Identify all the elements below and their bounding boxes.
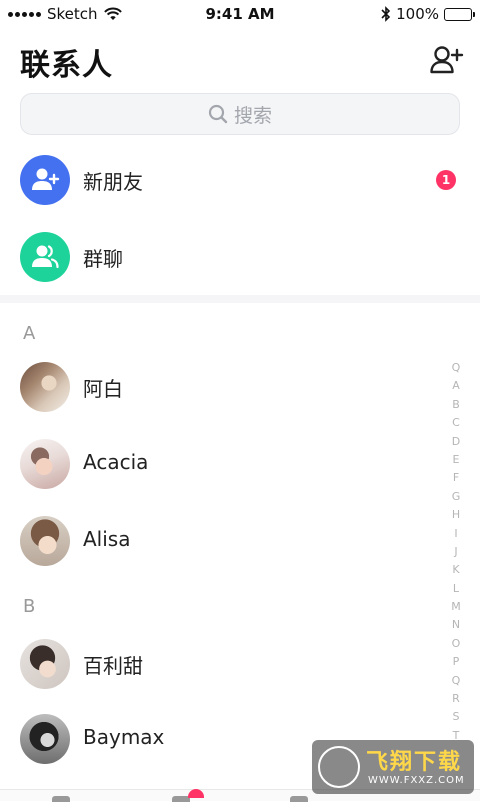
index-letter[interactable]: H: [452, 506, 460, 524]
tab-badge: [188, 789, 204, 798]
index-letter[interactable]: R: [452, 690, 460, 708]
watermark-url: WWW.FXXZ.COM: [368, 775, 465, 786]
watermark-logo-icon: [318, 746, 360, 788]
new-friend-icon: [20, 155, 70, 205]
section-header-b: B: [23, 596, 36, 617]
group-chat-icon: [20, 232, 70, 282]
index-letter[interactable]: S: [453, 708, 460, 726]
status-bar: Sketch 9:41 AM 100%: [0, 0, 480, 28]
index-letter[interactable]: I: [454, 525, 457, 543]
page-title: 联系人: [20, 48, 113, 83]
battery-icon: [444, 7, 475, 21]
alphabet-index[interactable]: Q A B C D E F G H I J K L M N O P Q R S …: [446, 359, 466, 745]
index-letter[interactable]: E: [453, 451, 460, 469]
new-friends-row[interactable]: 新朋友 1: [0, 143, 480, 217]
index-letter[interactable]: P: [453, 653, 460, 671]
unread-badge: 1: [436, 170, 456, 190]
watermark: 飞翔下载 WWW.FXXZ.COM: [312, 740, 474, 794]
contact-name: Baymax: [83, 725, 165, 749]
search-placeholder: 搜索: [233, 104, 272, 127]
contact-name: 阿白: [83, 377, 123, 401]
contact-name: Alisa: [83, 527, 131, 551]
watermark-title: 飞翔下载: [366, 750, 463, 775]
avatar: [20, 714, 70, 764]
contact-item[interactable]: Acacia: [0, 427, 440, 501]
avatar: [20, 362, 70, 412]
tab-icon[interactable]: [290, 796, 308, 802]
index-letter[interactable]: N: [452, 616, 460, 634]
index-letter[interactable]: F: [453, 469, 459, 487]
add-contact-button[interactable]: [430, 44, 464, 76]
contact-name: Acacia: [83, 450, 149, 474]
bluetooth-icon: [381, 6, 391, 22]
section-header-a: A: [23, 323, 36, 344]
search-icon: [208, 104, 228, 124]
contact-name: 百利甜: [83, 654, 143, 678]
avatar: [20, 639, 70, 689]
index-letter[interactable]: L: [453, 580, 459, 598]
group-chat-row[interactable]: 群聊: [0, 220, 480, 294]
avatar: [20, 516, 70, 566]
new-friends-label: 新朋友: [83, 169, 143, 194]
contact-item[interactable]: 百利甜: [0, 627, 440, 701]
index-letter[interactable]: Q: [452, 672, 461, 690]
search-input[interactable]: 搜索: [20, 93, 460, 135]
index-letter[interactable]: K: [452, 561, 459, 579]
index-letter[interactable]: M: [451, 598, 461, 616]
status-right: 100%: [381, 5, 475, 23]
section-divider: [0, 295, 480, 303]
contact-item[interactable]: 阿白: [0, 350, 440, 424]
battery-percent: 100%: [396, 5, 439, 23]
contact-item[interactable]: Alisa: [0, 504, 440, 578]
group-chat-label: 群聊: [83, 246, 123, 271]
add-user-icon: [430, 46, 464, 74]
index-letter[interactable]: A: [452, 377, 460, 395]
index-letter[interactable]: J: [454, 543, 457, 561]
index-letter[interactable]: D: [452, 433, 460, 451]
index-letter[interactable]: G: [452, 488, 461, 506]
index-letter[interactable]: O: [452, 635, 461, 653]
avatar: [20, 439, 70, 489]
tab-icon[interactable]: [52, 796, 70, 802]
index-letter[interactable]: B: [452, 396, 460, 414]
index-letter[interactable]: C: [452, 414, 460, 432]
index-letter[interactable]: Q: [452, 359, 461, 377]
